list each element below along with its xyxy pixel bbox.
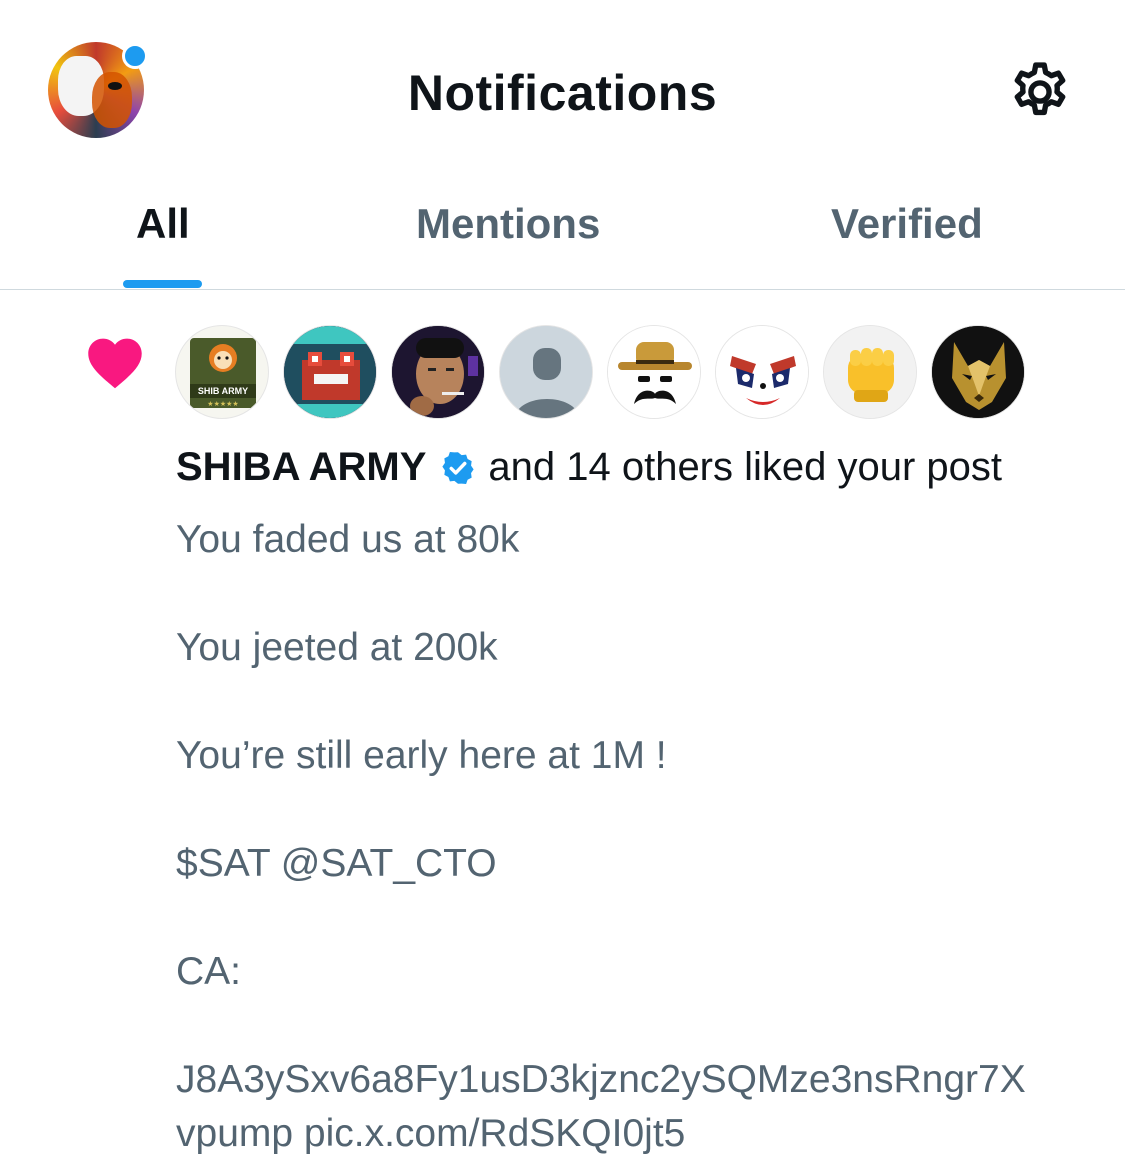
notification-summary: SHIBA ARMY and 14 others liked your post (176, 445, 1002, 490)
heart-icon (88, 338, 142, 389)
header: Notifications (0, 0, 1125, 180)
smoking-man-avatar[interactable] (391, 325, 485, 419)
hat-mustache-avatar[interactable] (607, 325, 701, 419)
post-text: You faded us at 80k You jeeted at 200k Y… (176, 518, 1026, 1155)
action-text: and 14 others liked your post (488, 445, 1003, 489)
shib-army-avatar-text: SHIB ARMY (198, 386, 248, 396)
tab-bar: All Mentions Verified (0, 180, 1125, 290)
verified-badge-icon (442, 451, 474, 484)
tab-all[interactable]: All (136, 200, 190, 248)
svg-text:★★★★★: ★★★★★ (207, 400, 238, 408)
tab-verified[interactable]: Verified (831, 200, 983, 248)
actor-name[interactable]: SHIBA ARMY (176, 445, 426, 490)
clown-face-avatar[interactable] (715, 325, 809, 419)
raised-fist-avatar[interactable] (823, 325, 917, 419)
active-tab-indicator (123, 280, 202, 288)
page-title: Notifications (407, 65, 718, 121)
gold-wolf-avatar[interactable] (931, 325, 1025, 419)
tab-mentions[interactable]: Mentions (416, 200, 600, 248)
shiba-army-avatar[interactable]: SHIB ARMY ★★★★★ (175, 325, 269, 419)
pixel-frog-avatar[interactable] (283, 325, 377, 419)
default-avatar[interactable] (499, 325, 593, 419)
notification-item[interactable]: SHIB ARMY ★★★★★ SHIBA ARMY and 14 others… (0, 290, 1125, 1171)
gear-icon[interactable] (1006, 58, 1074, 126)
